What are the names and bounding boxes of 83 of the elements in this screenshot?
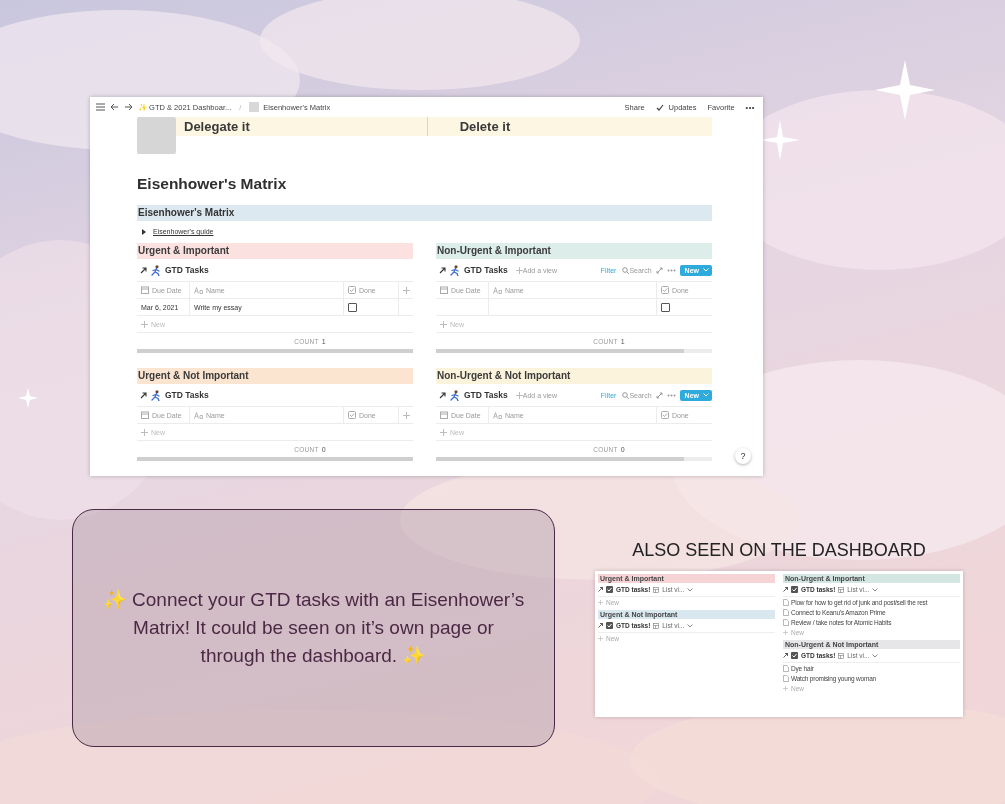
add-column-icon (402, 286, 410, 294)
checkbox-property-icon (348, 286, 356, 294)
text-property-icon (194, 286, 203, 294)
plus-icon (515, 266, 523, 274)
calendar-icon (440, 286, 448, 294)
banner-heading: Delete it (459, 119, 511, 134)
calendar-icon (141, 411, 149, 419)
runner-icon (151, 389, 161, 401)
scrollbar-thumb[interactable] (137, 457, 413, 461)
plus-icon (598, 600, 603, 605)
link-arrow-icon (783, 587, 788, 592)
list-icon (838, 586, 845, 593)
caret-icon (703, 393, 709, 397)
search-icon (622, 266, 630, 274)
menu-icon (96, 103, 105, 111)
section-heading: Eisenhower's Matrix (137, 205, 712, 221)
plus-icon (440, 320, 447, 328)
caret-icon (687, 623, 694, 628)
text-property-icon (493, 411, 502, 419)
more-icon (666, 268, 676, 272)
caret-icon (703, 268, 709, 272)
list-icon (653, 622, 660, 629)
quadrant-heading: Urgent & Important (137, 243, 413, 259)
plus-icon (783, 630, 788, 635)
scrollbar-thumb[interactable] (137, 349, 413, 353)
plus-icon (598, 636, 603, 641)
more-icon (666, 393, 676, 397)
database-title[interactable]: GTD Tasks (165, 390, 209, 400)
expand-icon (655, 391, 663, 399)
quadrant-heading: Non-Urgent & Important (436, 243, 712, 259)
search-icon (622, 391, 630, 399)
text-property-icon (194, 411, 203, 419)
caret-icon (872, 653, 879, 658)
checkbox-property-icon (661, 411, 669, 419)
checkbox-property-icon (661, 286, 669, 294)
back-arrow-icon (110, 103, 119, 111)
calendar-icon (141, 286, 149, 294)
runner-icon (450, 264, 460, 276)
quadrant-heading: Non-Urgent & Not Important (436, 368, 712, 384)
checkbox[interactable] (348, 302, 357, 312)
plus-icon (783, 686, 788, 691)
caret-icon (872, 587, 879, 592)
help-button[interactable]: ? (735, 448, 751, 464)
checkbox-icon (791, 652, 798, 659)
list-icon (838, 652, 845, 659)
expand-icon (655, 266, 663, 274)
caret-icon (687, 587, 694, 592)
section-heading: ALSO SEEN ON THE DASHBOARD (632, 540, 926, 561)
checkbox-property-icon (348, 411, 356, 419)
link-arrow-icon (439, 391, 446, 399)
callout-text: ✨ Connect your GTD tasks with an Eisenhower’s Matrix! It could be seen on it’s own page or through the dashboard. ✨ (101, 588, 526, 668)
link-arrow-icon (598, 587, 603, 592)
image-placeholder (137, 117, 176, 154)
plus-icon (141, 428, 148, 436)
text-property-icon (493, 286, 502, 294)
scrollbar-thumb[interactable] (436, 349, 685, 353)
list-icon (653, 586, 660, 593)
link-arrow-icon (598, 623, 603, 628)
checkbox[interactable] (661, 302, 670, 312)
checkbox-icon (606, 586, 613, 593)
page-icon (249, 102, 260, 112)
link-arrow-icon (140, 266, 147, 274)
scrollbar-thumb[interactable] (436, 457, 685, 461)
link-arrow-icon (140, 391, 147, 399)
banner-heading: Delegate it (184, 119, 250, 134)
plus-icon (515, 391, 523, 399)
runner-icon (450, 389, 460, 401)
forward-arrow-icon (124, 103, 133, 111)
plus-icon (440, 428, 447, 436)
link-arrow-icon (783, 653, 788, 658)
checkbox-icon (606, 622, 613, 629)
database-title[interactable]: GTD Tasks (165, 265, 209, 275)
runner-icon (151, 264, 161, 276)
link-arrow-icon (439, 266, 446, 274)
quadrant-heading: Urgent & Not Important (137, 368, 413, 384)
checkmark-icon (655, 103, 664, 111)
page-title: Eisenhower's Matrix (137, 175, 288, 193)
database-title[interactable]: GTD Tasks (464, 265, 508, 275)
plus-icon (141, 320, 148, 328)
database-title[interactable]: GTD Tasks (464, 390, 508, 400)
calendar-icon (440, 411, 448, 419)
add-column-icon (402, 411, 410, 419)
checkbox-icon (791, 586, 798, 593)
